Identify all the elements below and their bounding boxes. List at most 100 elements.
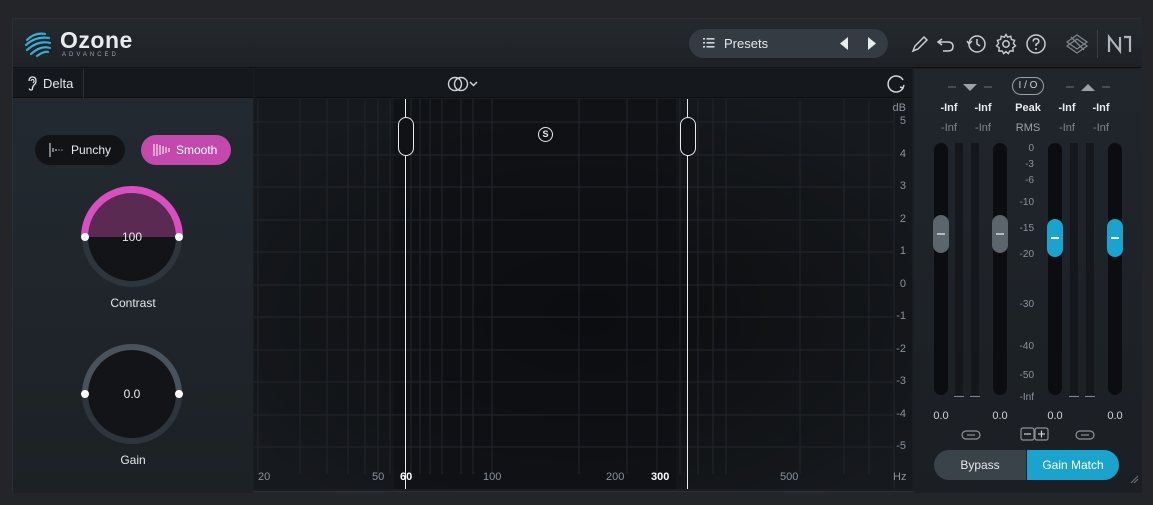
input-peak-right: -Inf [974,102,992,114]
db-tick: 2 [899,213,906,225]
solo-button[interactable]: S [538,127,553,142]
input-left-fader-thumb[interactable] [933,215,949,253]
bypass-button[interactable]: Bypass [934,450,1026,480]
logo-text: Ozone [60,27,133,53]
ozone-logo-icon [24,32,52,58]
contrast-value[interactable]: 100 [81,230,183,244]
output-left-fader-track[interactable] [1048,143,1062,395]
freq-tick: 100 [483,471,502,483]
logo-subtitle: ADVANCED [62,52,119,58]
input-right-fader-track[interactable] [993,143,1007,395]
freq-tick: 200 [606,471,625,483]
previous-preset-icon[interactable] [837,35,851,52]
db-tick: 5 [899,115,906,127]
smooth-button[interactable]: Smooth [141,135,231,165]
punchy-label: Punchy [71,143,112,157]
header-divider [1097,30,1098,58]
meter-scale-tick: -20 [1019,249,1034,260]
output-left-peak-line [1069,396,1079,397]
gear-icon[interactable] [994,32,1018,56]
input-right-fader-thumb[interactable] [992,215,1008,253]
io-label: I / O [1018,80,1038,91]
output-rms-left: -Inf [1059,122,1075,134]
meter-scale-tick: -Inf [1019,392,1034,403]
output-peak-left: -Inf [1058,102,1076,114]
meter-scale-tick: -6 [1025,175,1034,186]
left-toolbar: Delta [13,69,253,98]
meter-scale-tick: -30 [1019,299,1034,310]
pencil-icon[interactable] [908,32,932,56]
plugin-window: Ozone ADVANCED Presets Delta Punchy Smoo… [12,18,1142,493]
output-left-gain-value[interactable]: 0.0 [1038,410,1072,422]
smooth-waveform-icon [153,144,170,156]
gain-knob[interactable]: 0.0 [81,343,183,445]
meter-scale-tick: -15 [1019,223,1034,234]
high-band-divider[interactable] [687,99,688,489]
gain-match-button[interactable]: Gain Match [1027,450,1119,480]
input-link-icon[interactable] [961,429,981,441]
db-unit-label: dB [892,102,906,114]
punchy-waveform-icon [49,143,63,157]
input-right-gain-value[interactable]: 0.0 [983,410,1017,422]
output-left-meter [1070,143,1078,395]
io-meters-panel: I / O -Inf -Inf Peak -Inf -Inf -Inf -Inf… [914,69,1142,493]
history-icon[interactable] [964,32,988,56]
freq-tick: 20 [258,471,271,483]
input-rms-right: -Inf [975,122,991,134]
undo-icon[interactable] [934,32,958,56]
db-tick: 1 [899,245,906,257]
next-preset-icon[interactable] [865,35,879,52]
meter-scale-tick: -3 [1025,159,1034,170]
output-left-fader-thumb[interactable] [1047,219,1063,257]
input-rms-left: -Inf [941,122,957,134]
output-right-fader-thumb[interactable] [1107,219,1123,257]
input-collapse-icon[interactable] [948,82,992,92]
gain-offset-icon[interactable] [1020,427,1050,441]
output-right-gain-value[interactable]: 0.0 [1098,410,1132,422]
presets-label[interactable]: Presets [724,36,768,51]
output-right-meter [1086,143,1094,395]
delta-button[interactable]: Delta [13,69,84,98]
meter-scale-tick: -50 [1019,370,1034,381]
resize-grip-icon[interactable] [1130,475,1139,484]
low-band-handle[interactable] [398,117,414,156]
high-band-frequency[interactable]: 300 [651,471,669,483]
graph-toolbar [254,69,912,98]
left-panel: Delta Punchy Smooth 100 Contrast 0.0 Gai… [13,69,253,493]
output-link-icon[interactable] [1075,429,1095,441]
stereo-mode-icon[interactable] [447,75,483,93]
db-tick: -1 [896,310,906,322]
io-link-button[interactable]: I / O [1012,77,1044,95]
native-instruments-icon[interactable] [1106,32,1134,56]
contrast-knob[interactable]: 100 [81,186,183,288]
presets-bar[interactable]: Presets [689,29,888,58]
gain-label: Gain [120,453,146,467]
header: Ozone ADVANCED Presets [13,19,1142,68]
list-icon [703,38,715,48]
high-band-handle[interactable] [680,117,696,156]
input-left-fader-track[interactable] [934,143,948,395]
output-expand-icon[interactable] [1066,82,1110,92]
input-right-peak-line [970,396,980,397]
freq-unit-label: Hz [893,471,907,483]
db-tick: 3 [899,180,906,192]
gain-value[interactable]: 0.0 [81,387,183,401]
meter-scale-tick: 0 [1028,143,1034,154]
ear-icon [28,76,37,91]
refresh-icon[interactable] [886,73,908,95]
output-rms-right: -Inf [1093,122,1109,134]
db-tick: -2 [896,343,906,355]
punchy-button[interactable]: Punchy [35,135,125,165]
input-right-meter [971,143,979,395]
low-band-frequency[interactable]: 60 [400,471,412,483]
db-tick: 0 [899,278,906,290]
help-icon[interactable] [1024,32,1048,56]
frequency-graph[interactable]: S dB 5 4 3 2 1 0 -1 -2 -3 -4 -5 20 50 60… [254,99,912,489]
solo-label: S [542,129,549,139]
low-band-divider[interactable] [405,99,406,489]
input-peak-left: -Inf [940,102,958,114]
db-tick: -4 [896,408,906,420]
codec-icon[interactable] [1064,32,1090,56]
output-right-fader-track[interactable] [1108,143,1122,395]
input-left-gain-value[interactable]: 0.0 [924,410,958,422]
